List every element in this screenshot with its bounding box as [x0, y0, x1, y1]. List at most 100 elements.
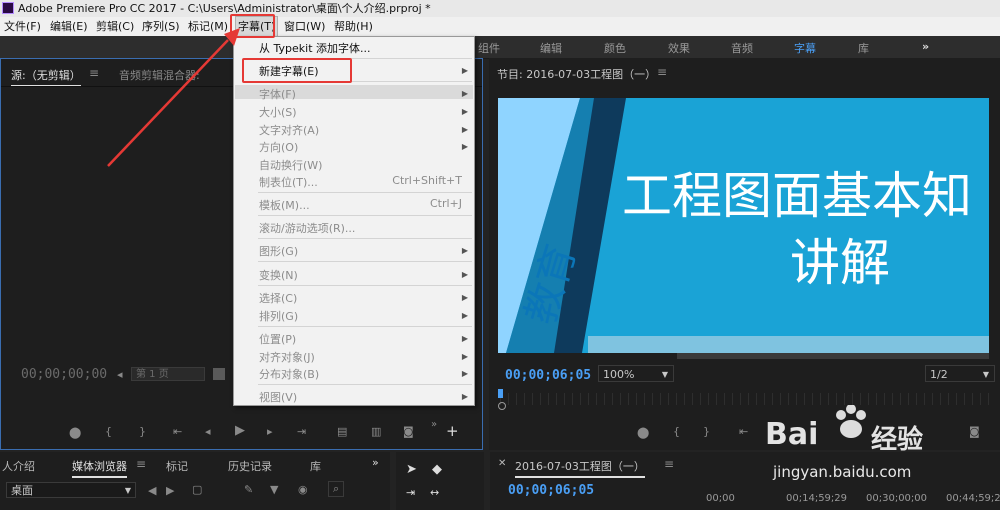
marker-icon[interactable]: ⬤ — [637, 426, 649, 439]
submenu-arrow-icon: ▶ — [461, 66, 468, 75]
marker-icon[interactable]: ⬤ — [69, 426, 81, 439]
workspace-libraries[interactable]: 库 — [858, 40, 869, 56]
playhead-icon[interactable] — [498, 389, 503, 398]
preview-scrollbar[interactable] — [677, 353, 989, 359]
play-icon[interactable]: ▶ — [235, 423, 245, 438]
tab-media-browser[interactable]: 媒体浏览器 — [72, 458, 127, 478]
menu-item-transform[interactable]: 变换(N) — [259, 267, 298, 283]
tab-history[interactable]: 历史记录 — [228, 458, 272, 474]
zoom-value: 100% — [603, 368, 635, 381]
page-prev-icon[interactable]: ◂ — [117, 368, 123, 381]
mark-in-icon[interactable]: { — [673, 425, 680, 438]
step-back-icon[interactable]: ◂ — [205, 425, 211, 438]
workspace-effects[interactable]: 效果 — [668, 40, 690, 56]
menu-help[interactable]: 帮助(H) — [334, 17, 373, 36]
menu-item-font[interactable]: 字体(F) — [259, 86, 296, 102]
title-menu-dropdown: 从 Typekit 添加字体... 新建字幕(E) ▶ 字体(F) ▶ 大小(S… — [233, 36, 475, 406]
menu-item-word-wrap[interactable]: 自动换行(W) — [259, 157, 322, 173]
ripple-edit-icon[interactable]: ↔ — [430, 486, 439, 499]
overflow-icon[interactable]: » — [431, 419, 437, 430]
ruler-tick: 00;44;59;29 — [946, 493, 1000, 504]
menu-file[interactable]: 文件(F) — [4, 17, 41, 36]
menu-item-view[interactable]: 视图(V) — [259, 389, 297, 405]
filter-icon[interactable]: ▼ — [270, 483, 278, 496]
export-frame-icon[interactable]: ◙ — [403, 425, 414, 438]
premiere-app-icon — [2, 2, 14, 14]
panel-menu-icon[interactable]: ≡ — [664, 457, 674, 471]
source-timecode[interactable]: 00;00;00;00 — [21, 367, 107, 382]
program-time-ruler[interactable] — [500, 393, 990, 405]
tab-source[interactable]: 源:（无剪辑） — [11, 67, 81, 87]
workspace-color[interactable]: 颜色 — [604, 40, 626, 56]
panel-menu-icon[interactable]: ≡ — [89, 66, 99, 80]
go-to-in-icon[interactable]: ⇤ — [173, 425, 182, 438]
submenu-arrow-icon: ▶ — [461, 89, 468, 98]
ruler-tick: 00;14;59;29 — [786, 493, 848, 504]
overflow-icon[interactable]: » — [372, 456, 379, 469]
razor-tool-icon[interactable]: ◆ — [432, 462, 442, 477]
add-button-icon[interactable]: + — [446, 422, 459, 440]
workspace-titles[interactable]: 字幕 — [794, 40, 816, 61]
submenu-arrow-icon: ▶ — [461, 334, 468, 343]
project-panel: 人介绍 媒体浏览器 ≡ 标记 历史记录 库 » 桌面 ▼ ◀ ▶ ▢ ✎ ▼ ◉ … — [0, 452, 390, 510]
tab-timeline-sequence[interactable]: 2016-07-03工程图（一） — [515, 458, 645, 478]
menu-item-size[interactable]: 大小(S) — [259, 104, 297, 120]
tab-program[interactable]: 节目: 2016-07-03工程图（一） — [497, 66, 656, 82]
step-forward-icon[interactable]: ▸ — [267, 425, 273, 438]
panel-menu-icon[interactable]: ≡ — [136, 457, 146, 471]
menu-item-select[interactable]: 选择(C) — [259, 290, 297, 306]
zoom-handle-icon[interactable] — [498, 402, 506, 410]
back-icon[interactable]: ◀ — [148, 484, 156, 497]
location-select[interactable]: 桌面 ▼ — [6, 482, 136, 498]
program-timecode[interactable]: 00;00;06;05 — [505, 368, 591, 383]
paw-logo-icon — [836, 405, 866, 438]
wrench-icon[interactable]: ✎ — [244, 483, 253, 496]
menu-item-align-objects[interactable]: 对齐对象(J) — [259, 349, 315, 365]
menu-item-text-align[interactable]: 文字对齐(A) — [259, 122, 319, 138]
zoom-select[interactable]: 100% ▼ — [598, 365, 674, 382]
go-to-in-icon[interactable]: ⇤ — [739, 425, 748, 438]
menu-item-roll-crawl[interactable]: 滚动/游动选项(R)... — [259, 220, 355, 236]
chevron-down-icon: ▼ — [982, 370, 989, 379]
menu-item-arrange[interactable]: 排列(G) — [259, 308, 298, 324]
chevron-down-icon: ▼ — [661, 370, 668, 379]
settings-icon[interactable] — [213, 368, 225, 380]
mark-out-icon[interactable]: } — [703, 425, 710, 438]
menu-window[interactable]: 窗口(W) — [284, 17, 325, 36]
selection-tool-icon[interactable]: ➤ — [406, 462, 417, 477]
submenu-arrow-icon: ▶ — [461, 125, 468, 134]
workspace-editing[interactable]: 编辑 — [540, 40, 562, 56]
timeline-timecode[interactable]: 00;00;06;05 — [508, 483, 594, 498]
search-icon[interactable]: ⌕ — [328, 481, 345, 497]
close-icon[interactable]: ✕ — [498, 458, 506, 469]
workspace-audio[interactable]: 音频 — [731, 40, 753, 56]
menu-item-add-typekit-fonts[interactable]: 从 Typekit 添加字体... — [259, 40, 371, 56]
view-icon[interactable]: ▢ — [192, 483, 202, 496]
tab-project[interactable]: 人介绍 — [2, 458, 35, 474]
menu-edit[interactable]: 编辑(E) — [50, 17, 88, 36]
overwrite-icon[interactable]: ▥ — [371, 425, 381, 438]
tab-markers[interactable]: 标记 — [166, 458, 188, 474]
mark-in-icon[interactable]: { — [105, 425, 112, 438]
menu-item-orientation[interactable]: 方向(O) — [259, 139, 298, 155]
eye-icon[interactable]: ◉ — [298, 483, 308, 496]
menu-item-distribute-objects[interactable]: 分布对象(B) — [259, 366, 319, 382]
panel-menu-icon[interactable]: ≡ — [657, 65, 667, 79]
menu-item-tab-stops[interactable]: 制表位(T)... — [259, 174, 318, 190]
submenu-arrow-icon: ▶ — [461, 293, 468, 302]
forward-icon[interactable]: ▶ — [166, 484, 174, 497]
page-select[interactable]: 第 1 页 — [131, 367, 205, 381]
mark-out-icon[interactable]: } — [139, 425, 146, 438]
track-select-icon[interactable]: ⇥ — [406, 486, 415, 499]
go-to-out-icon[interactable]: ⇥ — [297, 425, 306, 438]
menu-item-position[interactable]: 位置(P) — [259, 331, 296, 347]
menu-item-graphic[interactable]: 图形(G) — [259, 243, 298, 259]
menu-item-templates[interactable]: 模板(M)... — [259, 197, 310, 213]
workspace-overflow-icon[interactable]: » — [922, 40, 929, 53]
workspace-assembly[interactable]: 组件 — [478, 40, 500, 56]
camera-icon[interactable]: ◙ — [969, 425, 980, 438]
insert-icon[interactable]: ▤ — [337, 425, 347, 438]
tab-libraries[interactable]: 库 — [310, 458, 321, 474]
watermark-brand-left: Bai — [765, 417, 819, 452]
resolution-select[interactable]: 1/2 ▼ — [925, 365, 995, 382]
